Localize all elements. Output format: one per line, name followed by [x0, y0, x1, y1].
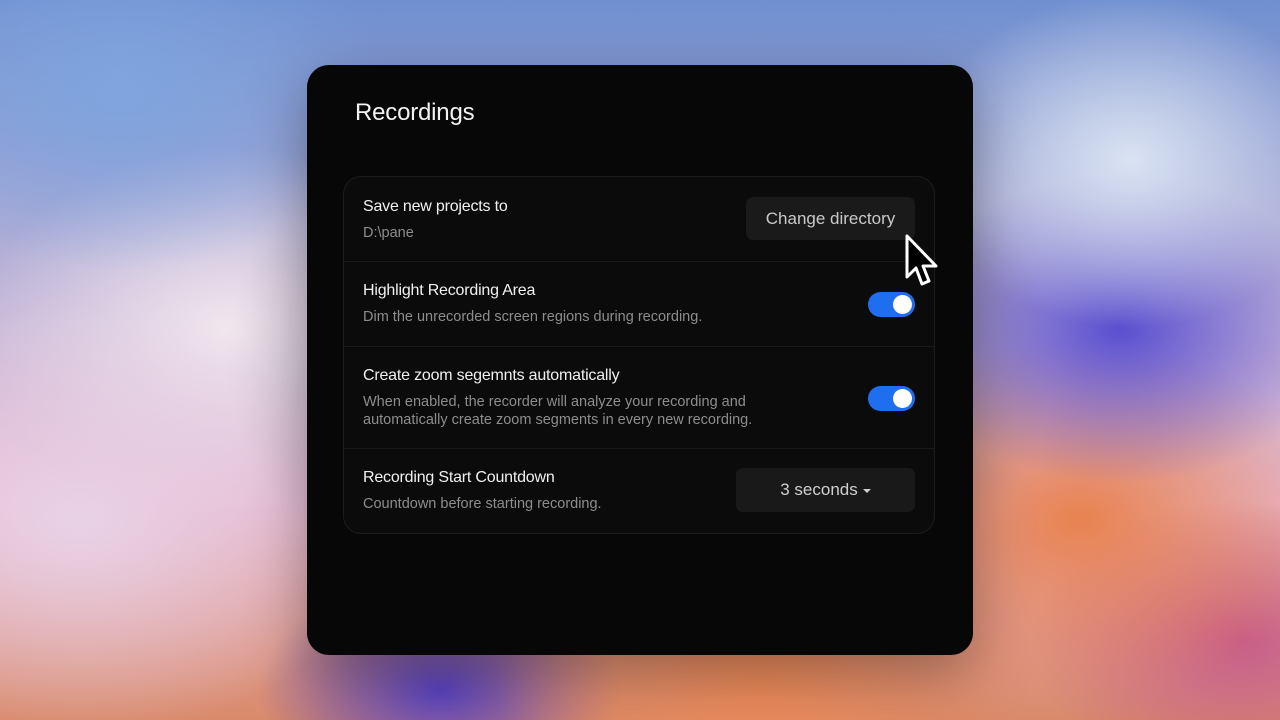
countdown-label: Recording Start Countdown [363, 469, 555, 486]
highlight-area-description: Dim the unrecorded screen regions during… [363, 309, 703, 325]
setting-highlight-area: Highlight Recording Area Dim the unrecor… [344, 262, 934, 347]
caret-down-icon [862, 489, 871, 493]
toggle-knob [893, 389, 912, 408]
auto-zoom-label: Create zoom segemnts automatically [363, 367, 620, 384]
save-location-path: D:\pane [363, 225, 414, 241]
settings-card: Save new projects to D:\pane Change dire… [343, 176, 935, 534]
change-directory-button[interactable]: Change directory [746, 197, 915, 240]
highlight-area-label: Highlight Recording Area [363, 282, 536, 299]
setting-countdown: Recording Start Countdown Countdown befo… [344, 449, 934, 533]
toggle-knob [893, 295, 912, 314]
countdown-select[interactable]: 3 seconds [736, 468, 915, 512]
setting-auto-zoom: Create zoom segemnts automatically When … [344, 347, 934, 449]
countdown-description: Countdown before starting recording. [363, 496, 602, 512]
auto-zoom-toggle[interactable] [868, 386, 915, 411]
countdown-selected-value: 3 seconds [780, 480, 858, 499]
setting-save-location: Save new projects to D:\pane Change dire… [344, 177, 934, 262]
save-location-label: Save new projects to [363, 198, 508, 215]
highlight-area-toggle[interactable] [868, 292, 915, 317]
settings-panel: Recordings Save new projects to D:\pane … [307, 65, 973, 655]
auto-zoom-description: When enabled, the recorder will analyze … [363, 394, 753, 428]
page-title: Recordings [355, 99, 475, 126]
